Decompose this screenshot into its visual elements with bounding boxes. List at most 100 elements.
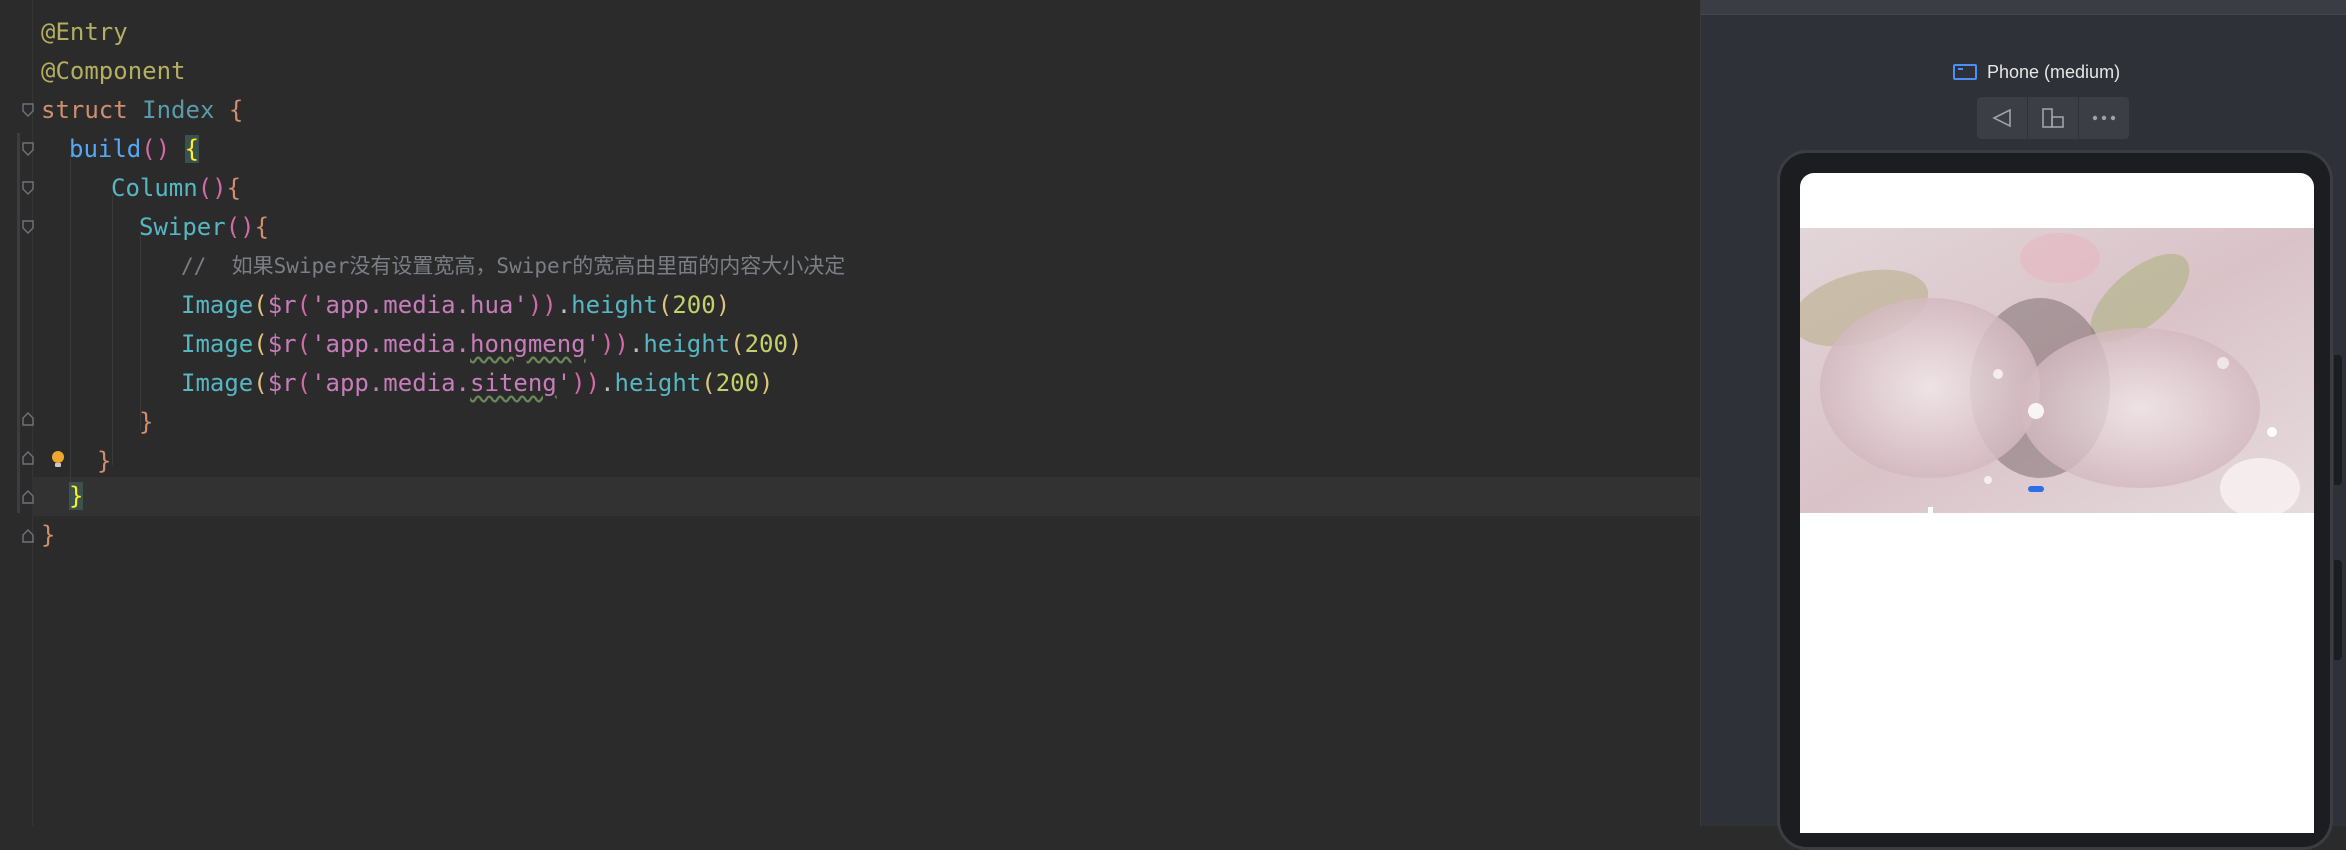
paren: ))	[527, 291, 557, 319]
paren: (	[296, 369, 312, 397]
paren: ))	[571, 369, 601, 397]
brace: }	[41, 521, 56, 549]
code-line-7[interactable]: // 如果Swiper没有设置宽高，Swiper的宽高由里面的内容大小决定	[181, 247, 845, 286]
component-name: Image	[181, 291, 254, 319]
lightbulb-icon[interactable]	[50, 450, 66, 468]
struct-name: Index	[142, 96, 215, 124]
more-icon[interactable]	[2079, 97, 2129, 139]
function-name: build	[69, 135, 142, 163]
string-literal-typo: hongmeng	[470, 330, 586, 358]
paren: ))	[600, 330, 629, 358]
string-literal: 'app.media.	[311, 369, 471, 397]
fold-icon[interactable]	[22, 220, 34, 234]
paren: ()	[225, 213, 255, 241]
method-name: height	[614, 369, 702, 397]
brace: {	[254, 213, 270, 241]
paren: (	[296, 330, 312, 358]
matched-brace: }	[69, 482, 84, 510]
paren: (	[730, 330, 745, 358]
code-line-2[interactable]: @Component	[41, 52, 186, 91]
preview-toolbar	[1977, 97, 2129, 139]
paren: ()	[197, 174, 227, 202]
indent-guide	[112, 195, 113, 465]
swiper-image[interactable]	[1800, 228, 2314, 513]
dot: .	[556, 291, 572, 319]
code-line-14[interactable]: }	[41, 516, 55, 555]
code-line-13[interactable]: }	[69, 477, 84, 516]
paren: )	[759, 369, 774, 397]
annotation: @Component	[41, 57, 186, 85]
phone-frame	[1777, 150, 2333, 850]
rotate-device-icon[interactable]	[2028, 97, 2079, 139]
code-line-6[interactable]: Swiper(){	[139, 208, 269, 247]
number-literal: 200	[672, 291, 716, 319]
indent-guide	[70, 155, 71, 500]
brace: {	[228, 96, 244, 124]
string-literal: '	[585, 330, 601, 358]
paren: (	[657, 291, 673, 319]
device-name: Phone (medium)	[1987, 61, 2121, 82]
method-name: height	[643, 330, 731, 358]
resource-function: $r	[267, 330, 297, 358]
paren: (	[253, 369, 268, 397]
fold-icon[interactable]	[22, 142, 34, 156]
code-line-1[interactable]: @Entry	[41, 13, 128, 52]
code-line-8[interactable]: Image($r('app.media.hua')).height(200)	[181, 286, 730, 325]
resource-function: $r	[267, 291, 297, 319]
paren: )	[787, 330, 803, 358]
code-line-12[interactable]: }	[97, 442, 111, 481]
paren: (	[253, 330, 268, 358]
string-literal: 'app.media.hua'	[311, 291, 528, 319]
paren: (	[253, 291, 268, 319]
code-line-9[interactable]: Image($r('app.media.hongmeng')).height(2…	[181, 325, 802, 364]
code-line-3[interactable]: struct Index {	[41, 91, 243, 130]
paren: )	[715, 291, 731, 319]
code-line-5[interactable]: Column(){	[111, 169, 241, 208]
string-literal: '	[556, 369, 572, 397]
fold-end-icon[interactable]	[22, 529, 34, 543]
component-name: Swiper	[139, 213, 226, 241]
component-name: Column	[111, 174, 198, 202]
resource-function: $r	[267, 369, 297, 397]
code-line-4[interactable]: build() {	[69, 130, 200, 169]
brace: }	[139, 408, 154, 436]
string-literal-typo: siteng	[470, 369, 557, 397]
matched-brace: {	[184, 135, 200, 163]
fold-icon[interactable]	[22, 103, 34, 117]
indent-guide	[140, 235, 141, 430]
fold-end-icon[interactable]	[22, 490, 34, 504]
comment: // 如果Swiper没有设置宽高，Swiper的宽高由里面的内容大小决定	[181, 254, 846, 278]
dot: .	[600, 369, 615, 397]
change-marker	[17, 133, 20, 513]
paren: (	[296, 291, 312, 319]
device-selector[interactable]: Phone (medium)	[1953, 58, 2120, 86]
phone-screen[interactable]	[1800, 173, 2314, 833]
brace: {	[226, 174, 242, 202]
code-line-11[interactable]: }	[139, 403, 153, 442]
previewer-panel: Phone (medium)	[1700, 0, 2346, 850]
fold-end-icon[interactable]	[22, 412, 34, 426]
phone-side-button	[2334, 560, 2342, 660]
number-literal: 200	[744, 330, 788, 358]
component-name: Image	[181, 330, 254, 358]
current-line-highlight	[32, 477, 1700, 516]
dot: .	[628, 330, 644, 358]
brace: }	[97, 447, 112, 475]
swiper-indicator-active[interactable]	[2028, 486, 2044, 492]
phone-side-button	[2334, 355, 2342, 485]
component-name: Image	[181, 369, 254, 397]
triangle-back-icon[interactable]	[1977, 97, 2028, 139]
paren: (	[701, 369, 716, 397]
method-name: height	[571, 291, 658, 319]
string-literal: 'app.media.	[311, 330, 471, 358]
annotation: @Entry	[41, 18, 128, 46]
code-editor[interactable]: @Entry @Component struct Index { build()…	[0, 0, 1700, 826]
previewer-topbar	[1701, 0, 2346, 15]
keyword: struct	[41, 96, 128, 124]
fold-icon[interactable]	[22, 181, 34, 195]
number-literal: 200	[715, 369, 760, 397]
fold-end-icon[interactable]	[22, 451, 34, 465]
code-line-10[interactable]: Image($r('app.media.siteng')).height(200…	[181, 364, 774, 403]
paren: ()	[141, 135, 171, 163]
tablet-icon	[1953, 64, 1977, 80]
